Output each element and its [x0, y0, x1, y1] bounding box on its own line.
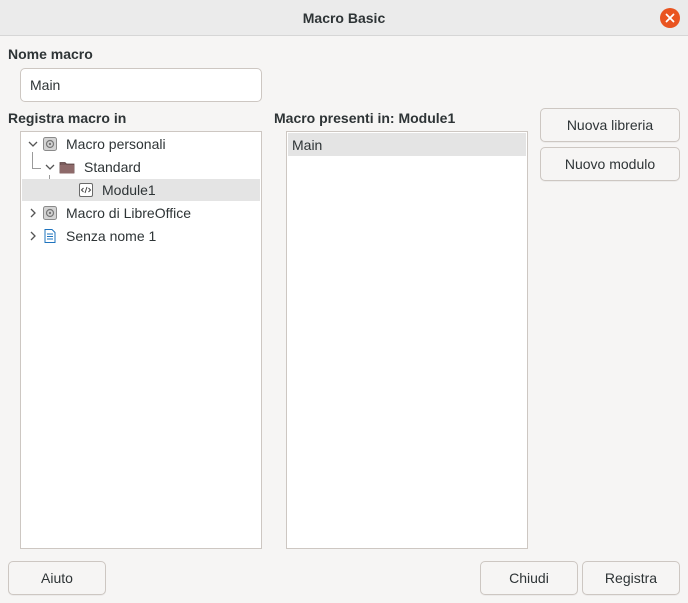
macro-library-icon [43, 137, 57, 151]
macro-name-label: Nome macro [8, 46, 93, 62]
list-item[interactable]: Main [288, 133, 526, 156]
tree-item-module1[interactable]: Module1 [22, 179, 260, 201]
macro-list[interactable]: Main [286, 131, 528, 549]
new-library-button[interactable]: Nuova libreria [540, 108, 680, 142]
tree-item-label: Macro personali [66, 136, 166, 152]
tree-item-standard[interactable]: Standard [22, 156, 260, 178]
document-icon [44, 229, 56, 243]
library-tree[interactable]: Macro personali Standard Module1 Macro d… [20, 131, 262, 549]
close-button[interactable] [660, 8, 680, 28]
chevron-down-icon[interactable] [27, 137, 39, 151]
basic-module-icon [79, 183, 93, 197]
tree-item-label: Macro di LibreOffice [66, 205, 192, 221]
tree-item-macro-libreoffice[interactable]: Macro di LibreOffice [22, 202, 260, 224]
close-icon [665, 13, 675, 23]
tree-item-label: Senza nome 1 [66, 228, 157, 244]
close-dialog-button[interactable]: Chiudi [480, 561, 578, 595]
save-in-label: Registra macro in [8, 110, 127, 126]
window-title: Macro Basic [302, 10, 386, 26]
folder-icon [59, 162, 75, 174]
tree-item-macro-personali[interactable]: Macro personali [22, 133, 260, 155]
tree-item-label: Standard [84, 159, 141, 175]
new-module-button[interactable]: Nuovo modulo [540, 147, 680, 181]
title-bar: Macro Basic [0, 0, 688, 36]
tree-item-label: Module1 [102, 182, 156, 198]
tree-item-senza-nome[interactable]: Senza nome 1 [22, 225, 260, 247]
macro-library-icon [43, 206, 57, 220]
chevron-right-icon[interactable] [27, 206, 39, 220]
existing-macros-label: Macro presenti in: Module1 [274, 110, 456, 126]
list-item-label: Main [292, 137, 323, 153]
chevron-down-icon[interactable] [44, 160, 56, 174]
save-button[interactable]: Registra [582, 561, 680, 595]
chevron-right-icon[interactable] [27, 229, 39, 243]
macro-name-input[interactable]: Main [20, 68, 262, 102]
help-button[interactable]: Aiuto [8, 561, 106, 595]
